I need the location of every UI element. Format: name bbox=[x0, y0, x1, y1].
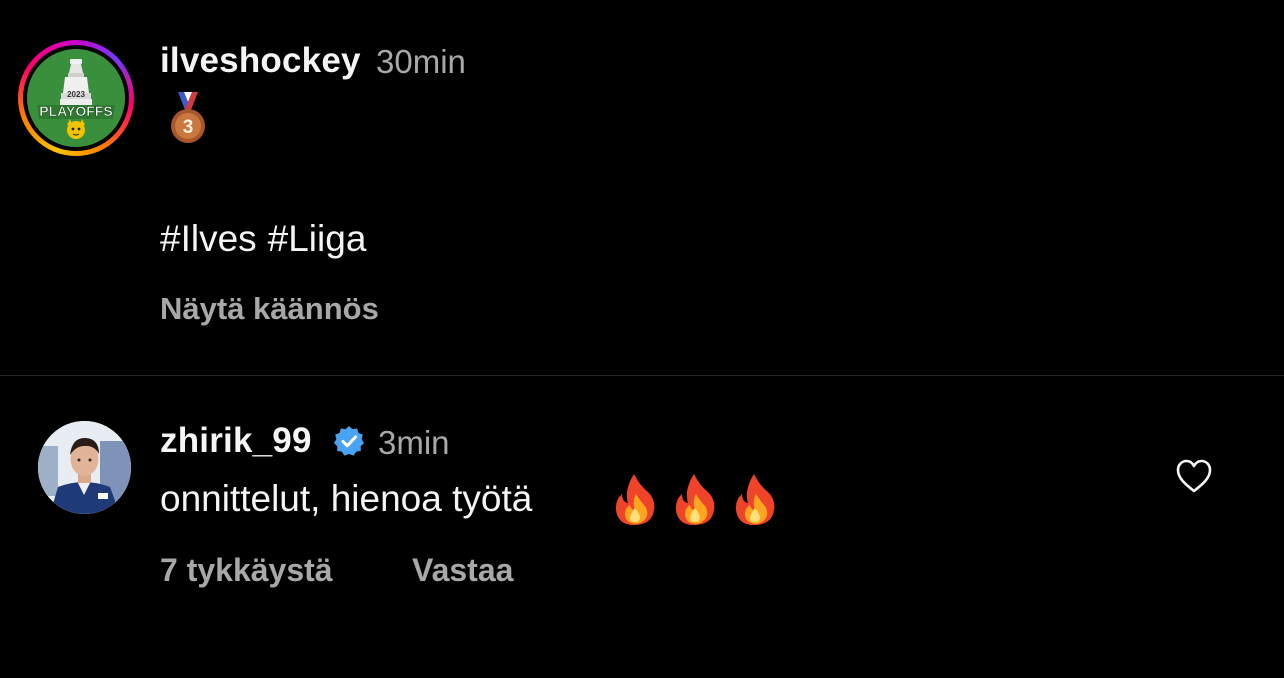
third-place-medal-icon: 3 bbox=[168, 92, 208, 151]
comment-username[interactable]: zhirik_99 bbox=[160, 421, 312, 461]
caption-timestamp: 30min bbox=[376, 43, 466, 80]
playoffs-logo: 2023 PLAYOFFS bbox=[27, 49, 125, 147]
reply-button[interactable]: Vastaa bbox=[412, 552, 513, 589]
caption-username[interactable]: ilveshockey bbox=[160, 41, 361, 81]
comment-timestamp: 3min bbox=[378, 424, 450, 461]
fire-emojis bbox=[610, 472, 780, 533]
ilveshockey-avatar[interactable]: 2023 PLAYOFFS bbox=[18, 40, 134, 156]
person-photo-icon bbox=[38, 421, 131, 514]
divider bbox=[0, 375, 1284, 376]
fire-icon bbox=[675, 474, 715, 526]
trophy-icon: 2023 PLAYOFFS bbox=[27, 49, 125, 147]
comments-screen: 2023 PLAYOFFS ilveshockey 30min 3 #Ilves… bbox=[0, 0, 1284, 678]
fire-icon bbox=[735, 474, 775, 526]
comment-likes-count[interactable]: 7 tykkäystä bbox=[160, 552, 333, 589]
hashtag-liiga[interactable]: #Liiga bbox=[268, 218, 367, 259]
svg-text:PLAYOFFS: PLAYOFFS bbox=[39, 103, 112, 119]
zhirik-avatar[interactable] bbox=[38, 421, 131, 514]
show-translation-link[interactable]: Näytä käännös bbox=[160, 291, 379, 327]
verified-badge-icon bbox=[333, 425, 365, 462]
fire-icon bbox=[615, 474, 655, 526]
like-heart-icon[interactable] bbox=[1175, 458, 1213, 499]
svg-text:3: 3 bbox=[183, 117, 194, 138]
comment-text: onnittelut, hienoa työtä bbox=[160, 478, 533, 519]
caption-hashtags: #Ilves #Liiga bbox=[160, 218, 377, 260]
hashtag-ilves[interactable]: #Ilves bbox=[160, 218, 257, 259]
svg-text:2023: 2023 bbox=[67, 90, 85, 99]
